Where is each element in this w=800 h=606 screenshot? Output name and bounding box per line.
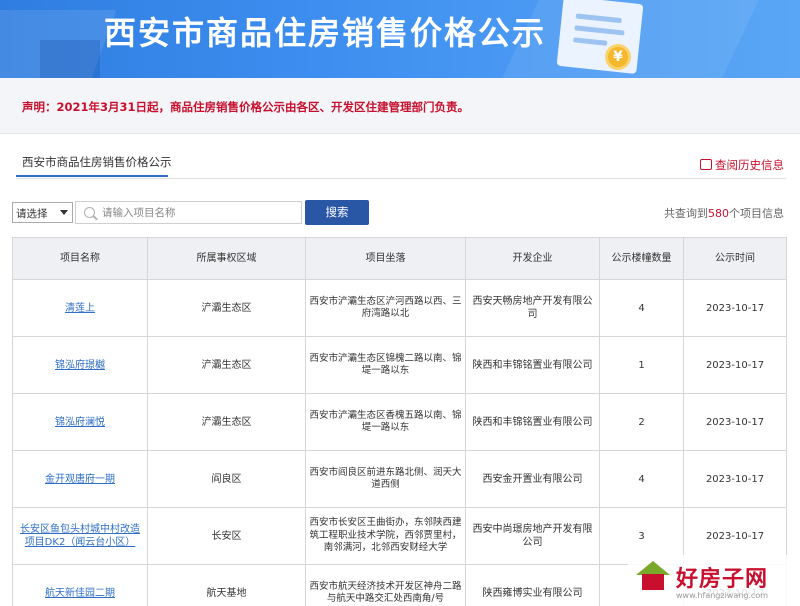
region-select[interactable]: 请选择 [12, 202, 73, 223]
project-link[interactable]: 锦泓府澜悦 [55, 417, 105, 428]
date-cell: 2023-10-17 [683, 279, 787, 337]
watermark-text: 好房子网 [676, 567, 769, 592]
developer-cell: 陕西雍博实业有限公司 [465, 564, 600, 606]
date-cell: 2023-10-17 [683, 450, 787, 508]
column-header-developer: 开发企业 [465, 237, 600, 280]
table-row: 锦泓府璟樾 浐灞生态区 西安市浐灞生态区锦槐二路以南、锦堤一路以东 陕西和丰锦铭… [12, 336, 787, 394]
location-cell: 西安市航天经济技术开发区神舟二路与航天中路交汇处西南角/号 [305, 564, 466, 606]
developer-cell: 西安天畅房地产开发有限公司 [465, 279, 600, 337]
result-count-number: 580 [708, 207, 729, 220]
region-cell: 阎良区 [147, 450, 306, 508]
building-count-cell: 2 [599, 393, 684, 451]
page-title: 西安市商品住房销售价格公示 [104, 14, 547, 52]
document-illustration-icon [556, 0, 644, 74]
watermark-url: www.hfangziwang.com [676, 591, 769, 600]
developer-cell: 陕西和丰锦铭置业有限公司 [465, 336, 600, 394]
region-cell: 浐灞生态区 [147, 279, 306, 337]
table-row: 锦泓府澜悦 浐灞生态区 西安市浐灞生态区香槐五路以南、锦堤一路以东 陕西和丰锦铭… [12, 393, 787, 451]
history-link-label: 查阅历史信息 [715, 158, 784, 172]
developer-cell: 西安金开置业有限公司 [465, 450, 600, 508]
project-table: 项目名称 所属事权区域 项目坐落 开发企业 公示楼幢数量 公示时间 清莲上 浐灞… [12, 237, 787, 606]
page-banner: 西安市商品住房销售价格公示 ¥ [0, 0, 800, 78]
project-link[interactable]: 长安区鱼包头村城中村改造项目DK2（闻云台小区） [20, 524, 140, 548]
column-header-project-name: 项目名称 [12, 237, 148, 280]
building-count-cell: 4 [599, 450, 684, 508]
location-cell: 西安市长安区王曲街办，东邻陕西建筑工程职业技术学院，西邻贾里村，南邻满河，北邻西… [305, 507, 466, 565]
project-link[interactable]: 锦泓府璟樾 [55, 360, 105, 371]
tab-divider [16, 178, 786, 179]
location-cell: 西安市阎良区前进东路北侧、润天大道西侧 [305, 450, 466, 508]
site-watermark: 好房子网 www.hfangziwang.com [628, 555, 800, 606]
region-cell: 航天基地 [147, 564, 306, 606]
result-count: 共查询到580个项目信息 [664, 207, 784, 220]
column-header-date: 公示时间 [683, 237, 787, 280]
developer-cell: 西安中尚璟房地产开发有限公司 [465, 507, 600, 565]
search-icon [84, 207, 95, 218]
search-field[interactable] [75, 201, 302, 224]
date-cell: 2023-10-17 [683, 393, 787, 451]
region-select-value: 请选择 [16, 208, 48, 220]
building-count-cell: 4 [599, 279, 684, 337]
region-cell: 浐灞生态区 [147, 393, 306, 451]
notice-text: 声明：2021年3月31日起，商品住房销售价格公示由各区、开发区住建管理部门负责… [22, 100, 470, 114]
project-link[interactable]: 清莲上 [65, 303, 95, 314]
location-cell: 西安市浐灞生态区锦槐二路以南、锦堤一路以东 [305, 336, 466, 394]
project-link[interactable]: 金开观唐府一期 [45, 474, 115, 485]
region-cell: 长安区 [147, 507, 306, 565]
location-cell: 西安市浐灞生态区浐河西路以西、三府湾路以北 [305, 279, 466, 337]
developer-cell: 陕西和丰锦铭置业有限公司 [465, 393, 600, 451]
building-count-cell: 1 [599, 336, 684, 394]
column-header-building-count: 公示楼幢数量 [599, 237, 684, 280]
search-input[interactable] [102, 205, 298, 221]
chevron-down-icon [60, 210, 68, 215]
date-cell: 2023-10-17 [683, 336, 787, 394]
column-header-location: 项目坐落 [305, 237, 466, 280]
tab-label: 西安市商品住房销售价格公示 [22, 155, 172, 169]
location-cell: 西安市浐灞生态区香槐五路以南、锦堤一路以东 [305, 393, 466, 451]
project-link[interactable]: 航天新佳园二期 [45, 588, 115, 599]
table-row: 金开观唐府一期 阎良区 西安市阎良区前进东路北侧、润天大道西侧 西安金开置业有限… [12, 450, 787, 508]
banner-decoration [40, 40, 100, 78]
notice-bar: 声明：2021年3月31日起，商品住房销售价格公示由各区、开发区住建管理部门负责… [0, 78, 800, 134]
table-row: 清莲上 浐灞生态区 西安市浐灞生态区浐河西路以西、三府湾路以北 西安天畅房地产开… [12, 279, 787, 337]
history-icon [700, 159, 712, 170]
yen-coin-icon: ¥ [605, 44, 631, 70]
column-header-region: 所属事权区域 [147, 237, 306, 280]
tab-price-announcement[interactable]: 西安市商品住房销售价格公示 [16, 147, 172, 177]
history-link[interactable]: 查阅历史信息 [700, 157, 784, 173]
region-cell: 浐灞生态区 [147, 336, 306, 394]
table-header-row: 项目名称 所属事权区域 项目坐落 开发企业 公示楼幢数量 公示时间 [12, 237, 787, 280]
house-logo-icon [636, 561, 670, 591]
search-button[interactable]: 搜索 [305, 200, 369, 225]
